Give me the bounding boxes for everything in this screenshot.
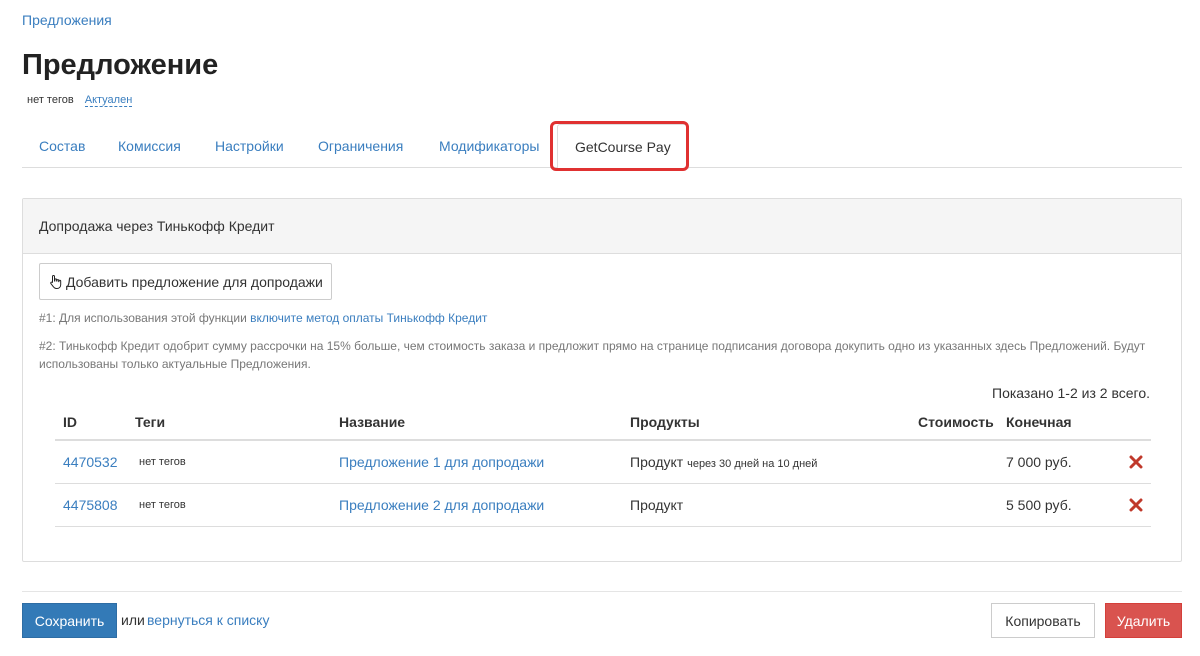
- back-to-list-link[interactable]: вернуться к списку: [147, 612, 269, 628]
- table-row: 4470532 нет тегов Предложение 1 для допр…: [55, 441, 1151, 484]
- column-name[interactable]: Название: [339, 414, 405, 430]
- enable-payment-method-link[interactable]: включите метод оплаты Тинькофф Кредит: [250, 311, 487, 325]
- column-products: Продукты: [630, 414, 700, 430]
- tab-commission[interactable]: Комиссия: [101, 124, 198, 168]
- offer-product: Продукт: [630, 497, 683, 513]
- note-1: #1: Для использования этой функции включ…: [39, 311, 487, 325]
- offer-product-name: Продукт: [630, 454, 684, 470]
- save-button[interactable]: Сохранить: [22, 603, 117, 638]
- or-text: или: [121, 612, 145, 628]
- table-header: ID Теги Название Продукты Стоимость Коне…: [55, 405, 1151, 441]
- panel-heading: Допродажа через Тинькофф Кредит: [23, 199, 1181, 254]
- close-icon[interactable]: [1129, 498, 1143, 512]
- offer-id-link[interactable]: 4470532: [63, 454, 118, 470]
- column-cost: Стоимость: [918, 414, 994, 430]
- note-1-text: #1: Для использования этой функции: [39, 311, 251, 325]
- offer-product-name: Продукт: [630, 497, 684, 513]
- offer-name-link[interactable]: Предложение 1 для допродажи: [339, 454, 544, 470]
- column-tags: Теги: [135, 414, 166, 430]
- note-2: #2: Тинькофф Кредит одобрит сумму рассро…: [39, 339, 1146, 371]
- offer-product: Продукт через 30 дней на 10 дней: [630, 454, 817, 470]
- hand-pointer-icon: [50, 274, 62, 289]
- offer-tags: нет тегов: [139, 456, 186, 468]
- offer-final-price: 7 000 руб.: [1006, 454, 1072, 470]
- close-icon[interactable]: [1129, 455, 1143, 469]
- offer-product-terms: через 30 дней на 10 дней: [687, 458, 818, 470]
- column-id[interactable]: ID: [63, 414, 77, 430]
- offer-id-link[interactable]: 4475808: [63, 497, 118, 513]
- shown-count: Показано 1-2 из 2 всего.: [992, 385, 1150, 401]
- breadcrumb[interactable]: Предложения: [22, 12, 112, 28]
- offer-tags: нет тегов: [139, 499, 186, 511]
- add-upsell-offer-button[interactable]: Добавить предложение для допродажи: [39, 263, 332, 300]
- add-upsell-offer-label: Добавить предложение для допродажи: [66, 273, 323, 290]
- offer-name-link[interactable]: Предложение 2 для допродажи: [339, 497, 544, 513]
- tab-settings[interactable]: Настройки: [198, 124, 301, 168]
- tab-modifiers[interactable]: Модификаторы: [422, 124, 556, 168]
- status-link[interactable]: Актуален: [84, 94, 133, 107]
- tab-bar: Состав Комиссия Настройки Ограничения Мо…: [22, 124, 1182, 169]
- footer-divider: [22, 591, 1182, 592]
- column-final: Конечная: [1006, 414, 1072, 430]
- table-row: 4475808 нет тегов Предложение 2 для допр…: [55, 484, 1151, 527]
- upsell-panel: Допродажа через Тинькофф Кредит Добавить…: [22, 198, 1182, 562]
- tags-text: нет тегов: [27, 94, 74, 106]
- meta-row: нет тегов Актуален: [27, 94, 133, 107]
- delete-button[interactable]: Удалить: [1105, 603, 1182, 638]
- tab-getcourse-pay[interactable]: GetCourse Pay: [557, 124, 689, 169]
- page-title: Предложение: [22, 49, 219, 81]
- copy-button[interactable]: Копировать: [991, 603, 1095, 638]
- offer-final-price: 5 500 руб.: [1006, 497, 1072, 513]
- tab-restrictions[interactable]: Ограничения: [301, 124, 420, 168]
- offers-table: ID Теги Название Продукты Стоимость Коне…: [55, 405, 1151, 527]
- tab-composition[interactable]: Состав: [22, 124, 102, 168]
